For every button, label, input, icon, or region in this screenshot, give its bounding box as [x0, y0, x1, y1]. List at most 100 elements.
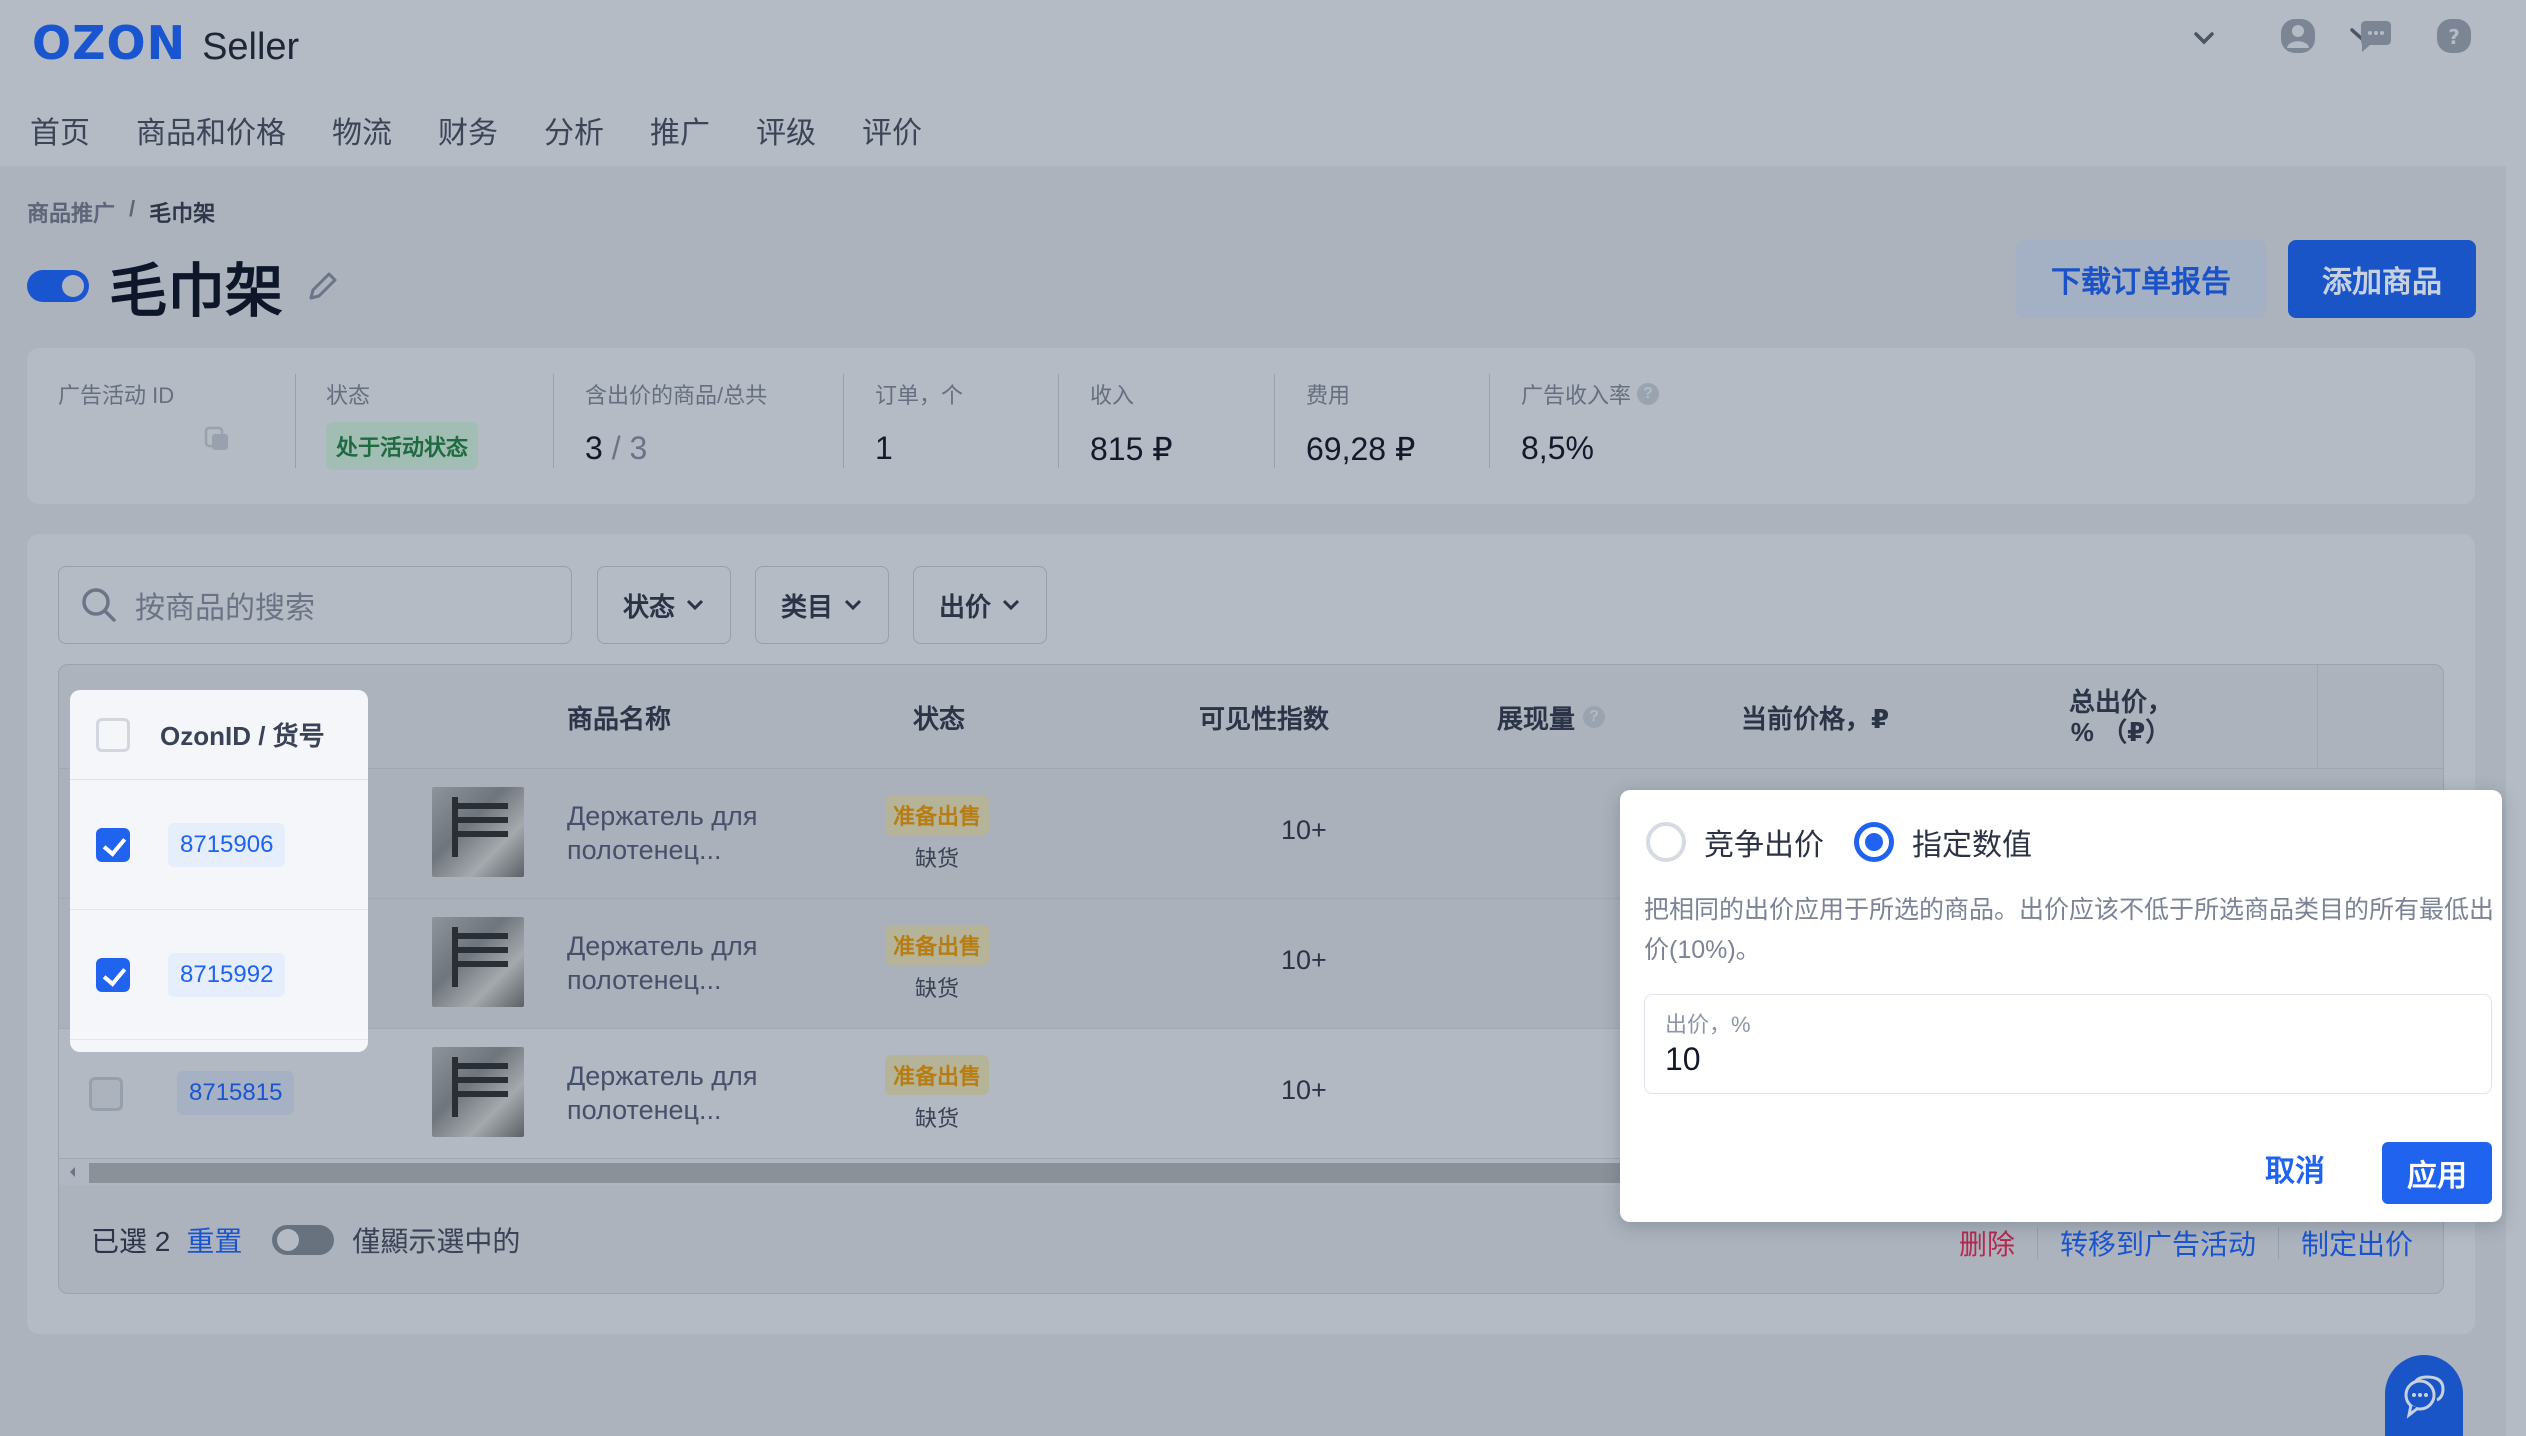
chevron-down-icon[interactable]: [2184, 18, 2224, 63]
apply-button[interactable]: 应用: [2382, 1142, 2492, 1204]
ozon-id-link[interactable]: 8715906: [168, 822, 286, 867]
product-thumbnail[interactable]: [432, 1047, 524, 1137]
select-all-checkbox[interactable]: [96, 717, 130, 752]
chevron-down-icon: [1002, 599, 1020, 611]
chat-icon[interactable]: [2356, 16, 2396, 61]
product-name-line2: полотенец...: [567, 965, 722, 995]
row-checkbox[interactable]: [96, 827, 130, 862]
divider: [295, 374, 296, 468]
column-header-impressions-label: 展现量: [1497, 703, 1576, 734]
show-selected-label: 僅顯示選中的: [352, 1226, 521, 1257]
product-name[interactable]: Держатель для полотенец...: [567, 929, 757, 997]
bid-percent-field[interactable]: 出价，%: [1644, 994, 2492, 1094]
breadcrumb-parent[interactable]: 商品推广: [27, 196, 115, 228]
ozon-id-link[interactable]: 8715815: [177, 1071, 295, 1115]
bid-field-label: 出价，%: [1665, 1012, 1751, 1037]
delete-button[interactable]: 删除: [1959, 1223, 2015, 1263]
competitive-bid-radio[interactable]: [1646, 822, 1686, 862]
selection-column-highlight: OzonID / 货号 8715906 8715992: [70, 690, 368, 1052]
competitive-bid-label[interactable]: 竞争出价: [1704, 820, 1824, 864]
reset-selection-link[interactable]: 重置: [186, 1220, 242, 1260]
stat-value: 815 ₽: [1090, 431, 1173, 467]
bid-filter-dropdown[interactable]: 出价: [913, 566, 1047, 644]
stock-status: 缺货: [915, 1106, 960, 1131]
column-header-price[interactable]: 当前价格，₽: [1741, 665, 1889, 769]
nav-analytics[interactable]: 分析: [544, 108, 604, 152]
main-nav: 首页 商品和价格 物流 财务 分析 推广 评级 评价: [30, 108, 968, 152]
search-icon: [82, 588, 116, 622]
status-filter-dropdown[interactable]: 状态: [597, 566, 731, 644]
product-name-line2: полотенец...: [567, 1095, 722, 1125]
nav-promotion[interactable]: 推广: [650, 108, 710, 152]
fixed-bid-radio[interactable]: [1854, 822, 1894, 862]
help-icon[interactable]: ?: [1583, 706, 1606, 728]
show-selected-toggle[interactable]: [272, 1225, 335, 1255]
stat-label: 收入: [1090, 383, 1135, 408]
product-name[interactable]: Держатель для полотенец...: [567, 799, 757, 867]
ozon-seller-logo[interactable]: OZON Seller: [32, 16, 299, 70]
cancel-button[interactable]: 取消: [2265, 1146, 2325, 1190]
stat-label: 订单，个: [875, 383, 964, 408]
help-icon[interactable]: ?: [1637, 383, 1660, 405]
nav-rating[interactable]: 评级: [756, 108, 816, 152]
product-status: 准备出售 缺货: [885, 1055, 990, 1133]
download-report-button[interactable]: 下载订单报告: [2016, 240, 2266, 318]
top-bar: OZON Seller ? 首页 商品和价格 物流 财务 分析 推广 评级 评价: [0, 0, 2526, 166]
column-header-status[interactable]: 状态: [913, 665, 965, 769]
product-name-line2: полотенец...: [567, 835, 722, 865]
fixed-bid-label[interactable]: 指定数值: [1912, 820, 2032, 864]
product-name[interactable]: Держатель для полотенец...: [567, 1059, 757, 1127]
select-all-header: OzonID / 货号: [70, 690, 368, 780]
stock-status: 缺货: [915, 976, 960, 1001]
ozon-id-link[interactable]: 8715992: [168, 952, 286, 997]
row-checkbox[interactable]: [89, 1077, 123, 1111]
edit-pencil-icon[interactable]: [303, 266, 343, 306]
status-badge: 准备出售: [885, 795, 990, 835]
product-thumbnail[interactable]: [432, 917, 524, 1007]
category-filter-dropdown[interactable]: 类目: [755, 566, 889, 644]
selected-row-2: 8715992: [70, 910, 368, 1040]
row-checkbox[interactable]: [96, 957, 130, 992]
column-header-ozon-id[interactable]: OzonID / 货号: [160, 716, 325, 753]
nav-products-prices[interactable]: 商品和价格: [136, 108, 286, 152]
stat-value: 3 / 3: [585, 430, 767, 467]
products-with-bid-count: 3: [585, 430, 603, 466]
add-products-button[interactable]: 添加商品: [2288, 240, 2476, 318]
user-icon[interactable]: [2278, 16, 2318, 61]
column-header-name[interactable]: 商品名称: [567, 665, 671, 769]
nav-reviews[interactable]: 评价: [862, 108, 922, 152]
filter-label: 状态: [622, 591, 675, 622]
nav-finance[interactable]: 财务: [438, 108, 498, 152]
column-header-impressions[interactable]: 展现量 ?: [1497, 665, 1606, 769]
search-placeholder: 按商品的搜索: [135, 592, 315, 625]
product-status: 准备出售 缺货: [885, 925, 990, 1003]
copy-icon[interactable]: [202, 424, 232, 459]
column-header-total-bid-line1: 总出价，: [2069, 687, 2174, 717]
status-badge: 准备出售: [885, 1055, 990, 1095]
move-to-campaign-button[interactable]: 转移到广告活动: [2060, 1223, 2256, 1263]
nav-logistics[interactable]: 物流: [332, 108, 392, 152]
help-icon[interactable]: ?: [2434, 16, 2474, 61]
column-header-total-bid[interactable]: 总出价， % （₽）: [2069, 665, 2173, 769]
product-name-line1: Держатель для: [567, 931, 758, 961]
stock-status: 缺货: [915, 846, 960, 871]
support-chat-button[interactable]: [2385, 1355, 2463, 1436]
divider: [1489, 374, 1490, 468]
search-input[interactable]: 按商品的搜索: [58, 566, 572, 644]
set-bid-button[interactable]: 制定出价: [2301, 1223, 2413, 1263]
product-thumbnail[interactable]: [432, 787, 524, 877]
page-scrollbar[interactable]: [2506, 166, 2526, 1436]
column-header-visibility[interactable]: 可见性指数: [1199, 665, 1329, 769]
product-status: 准备出售 缺货: [885, 795, 990, 873]
drr-label: 广告收入率: [1521, 383, 1632, 408]
visibility-index: 10+: [1281, 945, 1327, 975]
bid-percent-input[interactable]: [1665, 1041, 2465, 1078]
stat-campaign-id: 广告活动 ID: [58, 378, 232, 472]
stat-drr: 广告收入率 ? 8,5%: [1521, 378, 1660, 472]
scroll-left-icon[interactable]: [67, 1165, 77, 1184]
bulk-actions: 删除 转移到广告活动 制定出价: [1959, 1223, 2413, 1263]
nav-home[interactable]: 首页: [30, 108, 90, 152]
selected-count: 已選 2: [91, 1226, 171, 1257]
campaign-toggle[interactable]: [27, 270, 89, 302]
status-badge: 准备出售: [885, 925, 990, 965]
